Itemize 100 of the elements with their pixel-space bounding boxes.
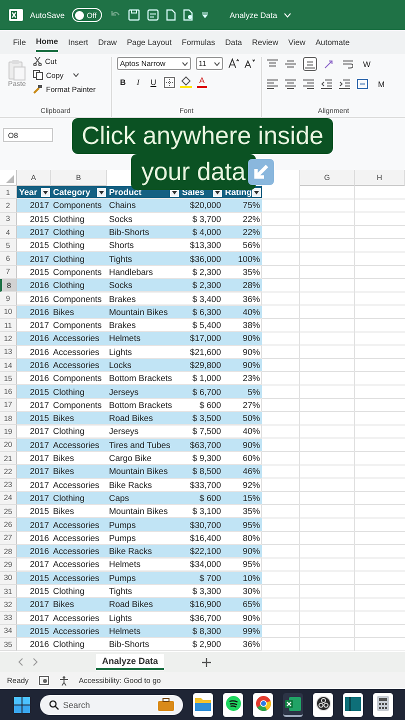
fill-color-icon[interactable] [180,76,192,88]
add-sheet-icon[interactable] [202,658,212,667]
ribbon-tab[interactable]: Formulas [182,34,216,50]
table-cell: 10% [223,572,262,585]
ribbon-tab[interactable]: View [288,34,306,50]
save-icon[interactable] [128,9,140,21]
ribbon-tab[interactable]: Review [252,34,278,50]
corner-triangle-icon [6,175,14,183]
shrink-font-icon[interactable] [244,58,256,69]
file-name[interactable]: Analyze Data [230,10,278,20]
merge-button[interactable]: M [378,80,385,88]
ribbon-tab[interactable]: Home [36,32,58,52]
customize-icon[interactable] [200,11,209,19]
filter-dropdown-icon[interactable] [41,188,50,197]
table-cell: 2016 [17,306,51,319]
taskbar-app-button[interactable] [313,692,333,716]
table-cell: Clothing [51,252,107,266]
filter-dropdown-icon[interactable] [97,188,106,197]
filter-dropdown-icon[interactable] [252,188,261,197]
print-preview-icon[interactable] [182,9,194,21]
table-cell: Clothing [51,226,107,240]
table-cell: Bike Racks [107,545,180,558]
start-icon[interactable] [14,696,30,712]
table-cell: 90% [223,438,262,452]
table-cell: Pumps [107,572,180,585]
table-cell: $17,000 [180,332,223,346]
align-left-icon[interactable] [267,79,278,89]
wrap-text-icon[interactable] [343,59,353,69]
caret-icon[interactable] [72,73,79,77]
table-cell: 36% [223,638,262,652]
table-cell: Bib-Shorts [107,226,180,240]
table-cell: Accessories [51,624,107,638]
table-cell: 2015 [17,412,51,426]
table-cell: 46% [223,465,262,479]
table-cell: $ 4,000 [180,226,223,240]
decrease-indent-icon[interactable] [321,79,332,89]
paintbrush-icon [33,84,43,94]
new-file-icon[interactable] [166,9,176,21]
taskbar-app-button[interactable] [373,692,393,716]
increase-indent-icon[interactable] [339,79,350,89]
table-cell: Caps [107,492,180,506]
ribbon-tab[interactable]: Automate [315,34,350,50]
table-cell: 90% [223,358,262,372]
ribbon-tab[interactable]: Page Layout [126,34,172,50]
ribbon-tab[interactable]: Draw [98,34,117,50]
taskbar-app-button[interactable] [343,692,363,716]
table-cell: $30,700 [180,518,223,532]
taskbar-app-button[interactable] [283,692,303,716]
sheet-tab[interactable]: Analyze Data [96,654,164,670]
borders-icon[interactable] [164,76,176,88]
font-color-button[interactable]: A [197,76,207,88]
excel-icon[interactable] [9,9,23,21]
top-align-icon[interactable] [267,59,278,69]
table-cell: Accessories [51,518,107,532]
bottom-align-icon[interactable] [303,57,317,71]
underline-button[interactable]: U [147,78,160,86]
table-cell: Clothing [51,492,107,506]
table-cell: 100% [223,252,262,266]
italic-button[interactable]: I [134,78,142,86]
caption-text: your data [131,154,256,190]
taskbar-app-button[interactable] [193,692,213,716]
accessibility-icon[interactable] [58,676,69,686]
table-cell: Bib-Shorts [107,638,180,652]
table-header-cell: Year [17,186,51,200]
ribbon-tab[interactable]: Data [225,34,242,50]
table-cell: 5% [223,385,262,399]
caret-icon[interactable] [214,62,220,66]
scissors-icon [33,57,42,66]
table-cell: Jerseys [107,385,180,399]
merge-icon[interactable] [357,79,368,89]
table-cell: Chains [107,199,180,213]
search-field[interactable]: Search [40,694,183,714]
grow-font-icon[interactable] [228,58,240,69]
table-cell: 50% [223,412,262,426]
macro-recorder-icon[interactable] [38,676,49,686]
table-cell: 40% [223,306,262,319]
caret-icon[interactable] [182,62,188,66]
taskbar-app-button[interactable] [253,692,273,716]
table-header-cell: Category [51,186,107,200]
table-cell: Components [51,199,107,213]
table-cell: Accessories [51,438,107,452]
taskbar-app-button[interactable] [223,692,243,716]
ribbon-tab[interactable]: File [13,34,26,50]
table-cell: Clothing [51,638,107,652]
table-cell: $36,000 [180,252,223,266]
align-right-icon[interactable] [303,79,314,89]
table-cell: $ 8,300 [180,624,223,638]
wrap-text-button[interactable]: W [363,60,371,68]
table-cell: Clothing [51,279,107,292]
search-icon [49,700,59,710]
table-cell: 2017 [17,492,51,506]
table-cell: Bikes [51,465,107,479]
table-cell: Mountain Bikes [107,465,180,479]
bold-button[interactable]: B [117,78,129,86]
table-cell: $ 2,300 [180,279,223,292]
copy-icon [33,70,43,80]
align-center-icon[interactable] [285,79,296,89]
ribbon-tab[interactable]: Insert [68,34,88,50]
middle-align-icon[interactable] [285,59,296,69]
form-icon[interactable] [146,9,159,21]
